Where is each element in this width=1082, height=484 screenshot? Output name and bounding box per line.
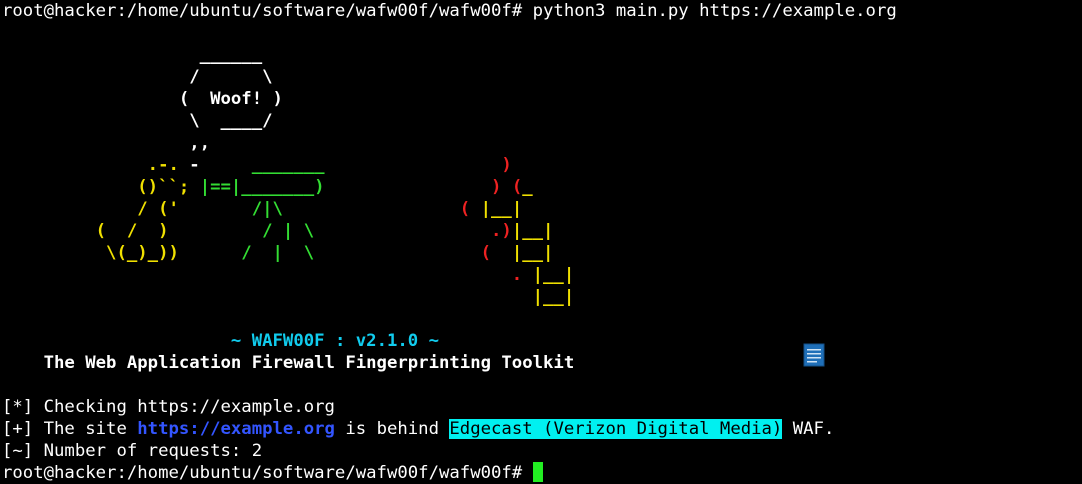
ascii-dog-part: - <box>189 155 200 175</box>
banner-title-line: ~ WAFW00F : v2.1.0 ~ <box>2 330 1080 352</box>
output-requests: [~] Number of requests: 2 <box>2 441 263 461</box>
ascii-bubble-tail: ,, <box>2 133 211 153</box>
output-result: [+] The site https://example.org is behi… <box>2 418 1080 440</box>
ascii-art-row-2: ()``; |==|_______) ) (_ <box>2 176 1080 198</box>
ascii-art-row-4: ( / ) / | \ .)|__| <box>2 220 1080 242</box>
ascii-firewall-part: |__| <box>511 221 554 241</box>
ascii-turret-part: / | \ <box>178 243 315 263</box>
result-mid: is behind <box>334 419 450 439</box>
ascii-fire-part: ) ( <box>324 177 523 197</box>
ascii-firewall-part: |__| <box>480 199 523 219</box>
output-checking: [*] Checking https://example.org <box>2 397 335 417</box>
ascii-fire-part: . <box>2 265 533 285</box>
command-line: root@hacker:/home/ubuntu/software/wafw00… <box>2 0 1080 22</box>
ascii-dog-part: / (' <box>2 199 179 219</box>
terminal-cursor <box>532 462 543 482</box>
ascii-firewall-part: |__| <box>511 243 554 263</box>
ascii-fire-part: .) <box>314 221 512 241</box>
terminal-window[interactable]: root@hacker:/home/ubuntu/software/wafw00… <box>2 0 1080 484</box>
ascii-dog-part: \(_)_)) <box>2 243 179 263</box>
ascii-art-row-6: . |__| <box>2 264 1080 286</box>
ascii-fire-part: ( <box>314 243 512 263</box>
result-url-link[interactable]: https://example.org <box>137 419 335 439</box>
waf-name-highlight: Edgecast (Verizon Digital Media) <box>449 419 783 439</box>
ascii-turret-part: /|\ <box>178 199 283 219</box>
final-prompt-line[interactable]: root@hacker:/home/ubuntu/software/wafw00… <box>2 462 1080 484</box>
ascii-dog-part: ( / ) <box>2 221 169 241</box>
title-indent <box>2 331 231 351</box>
ascii-firewall-part: _ <box>522 177 533 197</box>
command-text: python3 main.py https://example.org <box>522 1 897 21</box>
ascii-firewall-part: |__| <box>532 265 575 285</box>
result-prefix: [+] The site <box>2 419 138 439</box>
prompt: root@hacker:/home/ubuntu/software/wafw00… <box>2 463 523 483</box>
ascii-bubble-bottom: \ ____/ <box>2 111 273 131</box>
ascii-fire-part: ) <box>324 155 512 175</box>
ascii-art-row-7: |__| <box>2 287 575 307</box>
ascii-art-row-5: \(_)_)) / | \ ( |__| <box>2 242 1080 264</box>
ascii-turret-part: |==|_______) <box>199 177 325 197</box>
prompt: root@hacker:/home/ubuntu/software/wafw00… <box>2 1 523 21</box>
ascii-dog-part: ()``; <box>2 177 200 197</box>
banner-title: ~ WAFW00F : v2.1.0 ~ <box>230 331 439 351</box>
ascii-art-row-1: .-. - _______ ) <box>2 154 1080 176</box>
banner-subtitle: The Web Application Firewall Fingerprint… <box>2 353 575 373</box>
document-icon[interactable] <box>803 343 825 367</box>
ascii-art-row-3: / (' /|\ ( |__| <box>2 198 1080 220</box>
ascii-turret-part: / | \ <box>168 221 315 241</box>
ascii-fire-part: ( <box>282 199 481 219</box>
ascii-dog-part: .-. <box>2 155 190 175</box>
ascii-turret-part: _______ <box>199 155 325 175</box>
ascii-bubble-top: ______ <box>2 45 263 65</box>
result-suffix: WAF. <box>782 419 835 439</box>
ascii-bubble-woof: ( Woof! ) <box>2 89 283 109</box>
ascii-bubble-mid: / \ <box>2 67 273 87</box>
